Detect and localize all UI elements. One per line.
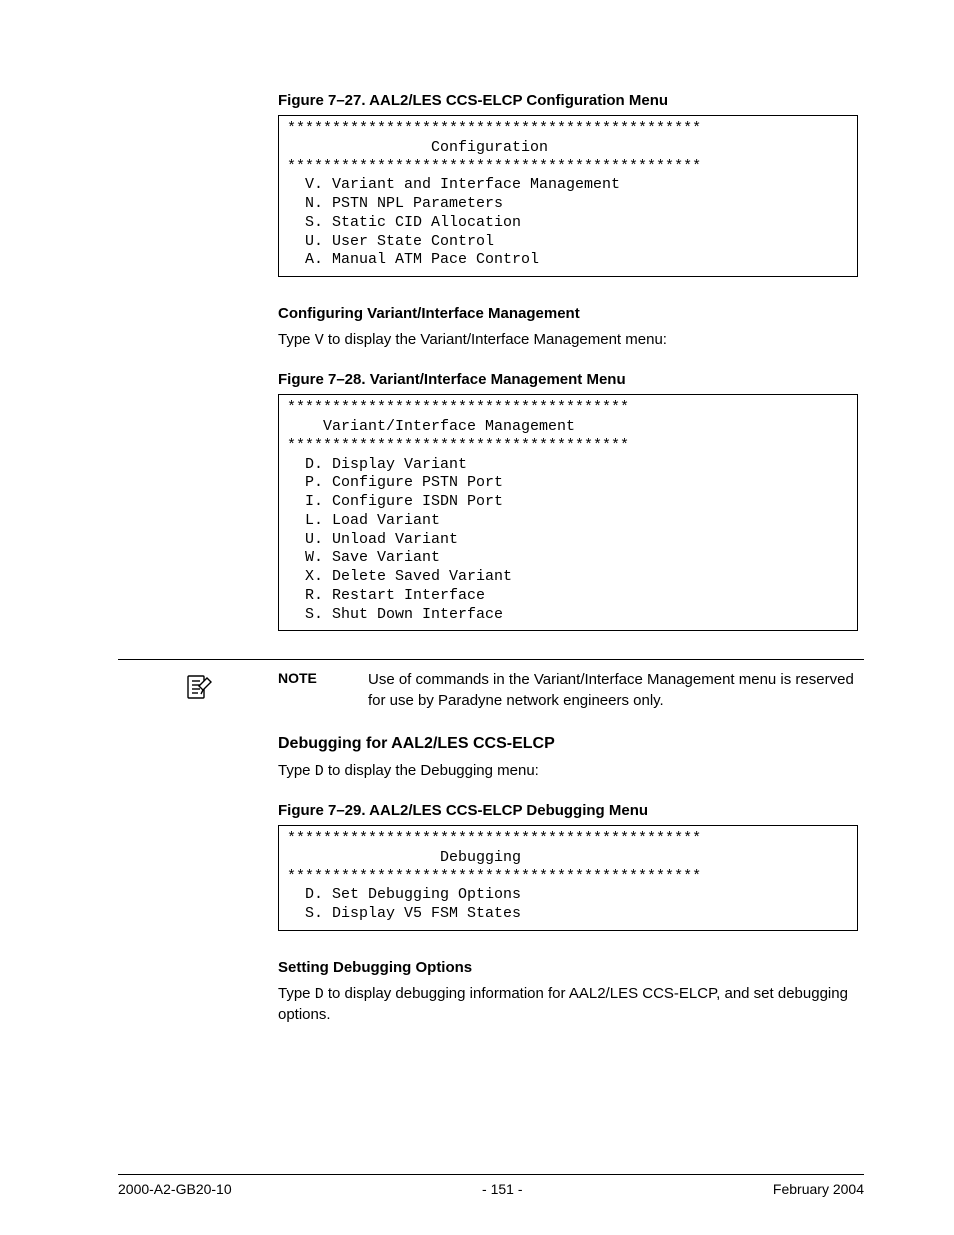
figure-27-caption: Figure 7–27. AAL2/LES CCS-ELCP Configura…: [278, 92, 858, 109]
note-row: NOTE Use of commands in the Variant/Inte…: [118, 670, 864, 711]
body-text-variant: Type V to display the Variant/Interface …: [278, 330, 858, 351]
footer-left: 2000-A2-GB20-10: [118, 1181, 232, 1197]
text-suffix: to display debugging information for AAL…: [278, 985, 848, 1023]
page-footer: 2000-A2-GB20-10 - 151 - February 2004: [118, 1174, 864, 1197]
figure-29-terminal: ****************************************…: [278, 825, 858, 931]
section-heading-debugging: Debugging for AAL2/LES CCS-ELCP: [278, 735, 858, 753]
body-text-setdebug: Type D to display debugging information …: [278, 984, 858, 1026]
footer-row: 2000-A2-GB20-10 - 151 - February 2004: [118, 1181, 864, 1197]
code-key-v: V: [315, 332, 324, 349]
content-column: Figure 7–27. AAL2/LES CCS-ELCP Configura…: [278, 92, 858, 631]
page: Figure 7–27. AAL2/LES CCS-ELCP Configura…: [0, 0, 954, 1235]
note-block: NOTE Use of commands in the Variant/Inte…: [118, 659, 864, 711]
footer-right: February 2004: [773, 1181, 864, 1197]
note-icon: [181, 672, 215, 706]
text-prefix: Type: [278, 762, 315, 779]
note-body: Use of commands in the Variant/Interface…: [368, 670, 858, 711]
footer-rule: [118, 1174, 864, 1175]
footer-center: - 151 -: [482, 1181, 522, 1197]
note-icon-column: [118, 670, 278, 710]
body-text-debugging: Type D to display the Debugging menu:: [278, 761, 858, 782]
code-key-d: D: [315, 763, 324, 780]
note-text-column: NOTE Use of commands in the Variant/Inte…: [278, 670, 858, 711]
section-heading-variant: Configuring Variant/Interface Management: [278, 305, 858, 322]
code-key-d2: D: [315, 986, 324, 1003]
section-heading-setdebug: Setting Debugging Options: [278, 959, 858, 976]
figure-28-caption: Figure 7–28. Variant/Interface Managemen…: [278, 371, 858, 388]
note-top-rule: [118, 659, 864, 660]
figure-28-terminal: ************************************** V…: [278, 394, 858, 631]
figure-27-terminal: ****************************************…: [278, 115, 858, 277]
content-column-2: Debugging for AAL2/LES CCS-ELCP Type D t…: [278, 735, 858, 1026]
text-prefix: Type: [278, 985, 315, 1002]
figure-29-caption: Figure 7–29. AAL2/LES CCS-ELCP Debugging…: [278, 802, 858, 819]
text-suffix: to display the Variant/Interface Managem…: [324, 331, 667, 348]
note-label: NOTE: [278, 670, 368, 686]
text-prefix: Type: [278, 331, 315, 348]
text-suffix: to display the Debugging menu:: [324, 762, 539, 779]
